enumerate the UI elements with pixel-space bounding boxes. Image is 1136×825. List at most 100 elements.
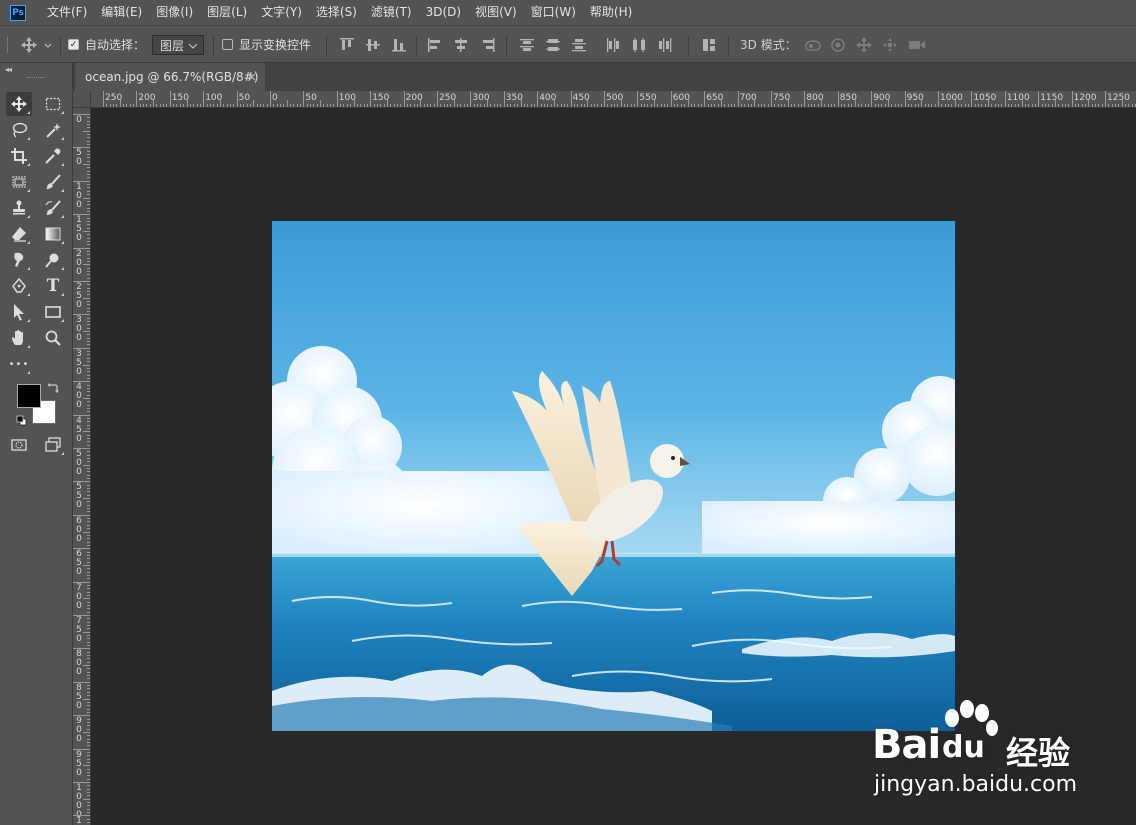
slide-3d-button[interactable] <box>881 26 899 63</box>
ruler-minor-tick <box>891 104 893 107</box>
frame-tool[interactable] <box>6 170 32 194</box>
tool-preset-picker[interactable] <box>20 26 52 63</box>
menu-layer[interactable]: 图层(L) <box>200 0 254 25</box>
align-vertical-centers-button[interactable] <box>364 26 382 63</box>
menu-select[interactable]: 选择(S) <box>309 0 364 25</box>
rectangle-tool[interactable] <box>40 300 66 324</box>
move-tool[interactable] <box>6 92 32 116</box>
default-colors-icon[interactable] <box>16 415 27 426</box>
ruler-minor-tick <box>316 104 318 107</box>
ruler-minor-tick <box>1031 104 1033 107</box>
menu-help[interactable]: 帮助(H) <box>583 0 639 25</box>
ruler-minor-tick <box>677 104 679 107</box>
pan-3d-button[interactable] <box>855 26 873 63</box>
scale-3d-button[interactable] <box>907 26 927 63</box>
align-left-edges-button[interactable] <box>426 26 444 63</box>
ruler-minor-tick <box>807 104 809 107</box>
foreground-color-swatch[interactable] <box>17 384 41 408</box>
dodge-tool[interactable] <box>40 248 66 272</box>
ruler-minor-tick <box>87 668 90 670</box>
ruler-minor-tick <box>87 304 90 306</box>
history-brush-tool[interactable] <box>40 196 66 220</box>
smudge-tool[interactable] <box>6 248 32 272</box>
ruler-minor-tick <box>948 104 950 107</box>
rectangular-marquee-tool[interactable] <box>40 92 66 116</box>
screen-mode-button[interactable] <box>40 433 66 457</box>
align-top-edges-button[interactable] <box>338 26 356 63</box>
distribute-vcenter-button[interactable] <box>544 26 562 63</box>
close-tab-button[interactable]: × <box>247 70 257 84</box>
path-selection-tool[interactable] <box>6 300 32 324</box>
menu-type[interactable]: 文字(Y) <box>254 0 309 25</box>
distribute-hcenter-button[interactable] <box>630 26 648 63</box>
distribute-bottom-button[interactable] <box>570 26 588 63</box>
menu-view[interactable]: 视图(V) <box>468 0 524 25</box>
ruler-minor-tick <box>87 434 90 436</box>
distribute-right-button[interactable] <box>656 26 674 63</box>
zoom-tool[interactable] <box>40 326 66 350</box>
edit-toolbar-button[interactable]: ••• <box>6 352 32 376</box>
menu-window[interactable]: 窗口(W) <box>524 0 583 25</box>
distribute-top-button[interactable] <box>518 26 536 63</box>
ruler-minor-tick <box>911 104 913 107</box>
ruler-minor-tick <box>617 104 619 107</box>
ruler-minor-tick <box>647 104 649 107</box>
lasso-tool[interactable] <box>6 118 32 142</box>
menu-image[interactable]: 图像(I) <box>149 0 200 25</box>
menu-3d[interactable]: 3D(D) <box>419 0 468 25</box>
ruler-minor-tick <box>87 554 90 556</box>
show-transform-checkbox[interactable]: 显示变换控件 <box>222 26 311 63</box>
roll-3d-button[interactable] <box>829 26 847 63</box>
gradient-tool[interactable] <box>40 222 66 246</box>
ruler-minor-tick <box>87 584 90 586</box>
ruler-minor-tick <box>87 154 90 156</box>
collapse-panel-button[interactable]: ◂◂ <box>5 65 12 74</box>
align-bottom-edges-button[interactable] <box>390 26 408 63</box>
pen-tool[interactable] <box>6 274 32 298</box>
ruler-label: 650 <box>706 93 724 103</box>
crop-tool[interactable] <box>6 144 32 168</box>
menu-file[interactable]: 文件(F) <box>40 0 94 25</box>
ruler-minor-tick <box>87 437 90 439</box>
ruler-minor-tick <box>1061 104 1063 107</box>
ruler-minor-tick <box>87 625 90 627</box>
ruler-minor-tick <box>640 104 642 107</box>
swap-colors-icon[interactable] <box>47 382 59 394</box>
horizontal-ruler[interactable]: 250 200 150 100 50 0 50 100 150 200 250 300 350 400 45… <box>91 91 1136 108</box>
hand-tool[interactable] <box>6 326 32 350</box>
vertical-ruler[interactable]: 0 50 100 150 200 250 300 350 400 450 500 550 600 650 7… <box>73 108 91 825</box>
ruler-minor-tick <box>87 618 90 620</box>
eraser-tool[interactable] <box>6 222 32 246</box>
quick-mask-button[interactable] <box>6 433 32 457</box>
distribute-top-icon <box>520 38 534 51</box>
magic-wand-tool[interactable] <box>40 118 66 142</box>
auto-align-layers-button[interactable] <box>700 26 718 63</box>
eyedropper-tool[interactable] <box>40 144 66 168</box>
align-horizontal-centers-button[interactable] <box>452 26 470 63</box>
ruler-minor-tick <box>83 698 90 700</box>
align-right-edges-button[interactable] <box>478 26 496 63</box>
auto-select-checkbox[interactable]: ✓ 自动选择： <box>68 26 145 63</box>
ruler-minor-tick <box>1131 104 1133 107</box>
ruler-minor-tick <box>951 104 953 107</box>
distribute-left-button[interactable] <box>604 26 622 63</box>
clone-stamp-tool[interactable] <box>6 196 32 220</box>
ruler-minor-tick <box>907 104 909 107</box>
ruler-minor-tick <box>87 184 90 186</box>
ruler-minor-tick <box>981 104 983 107</box>
ruler-origin[interactable] <box>73 91 91 108</box>
ruler-minor-tick <box>340 104 342 107</box>
panel-grip[interactable] <box>27 77 45 80</box>
ruler-minor-tick <box>1028 104 1030 107</box>
menu-filter[interactable]: 滤镜(T) <box>364 0 419 25</box>
orbit-3d-button[interactable] <box>803 26 823 63</box>
ruler-minor-tick <box>527 104 529 107</box>
ruler-minor-tick <box>273 104 275 107</box>
ruler-minor-tick <box>223 104 225 107</box>
brush-tool[interactable] <box>40 170 66 194</box>
auto-select-target-dropdown[interactable]: 图层 <box>152 35 204 55</box>
ruler-minor-tick <box>968 104 970 107</box>
menu-edit[interactable]: 编辑(E) <box>94 0 149 25</box>
type-tool[interactable]: T <box>40 274 66 298</box>
document-tab[interactable]: ocean.jpg @ 66.7%(RGB/8#) × <box>75 63 265 91</box>
